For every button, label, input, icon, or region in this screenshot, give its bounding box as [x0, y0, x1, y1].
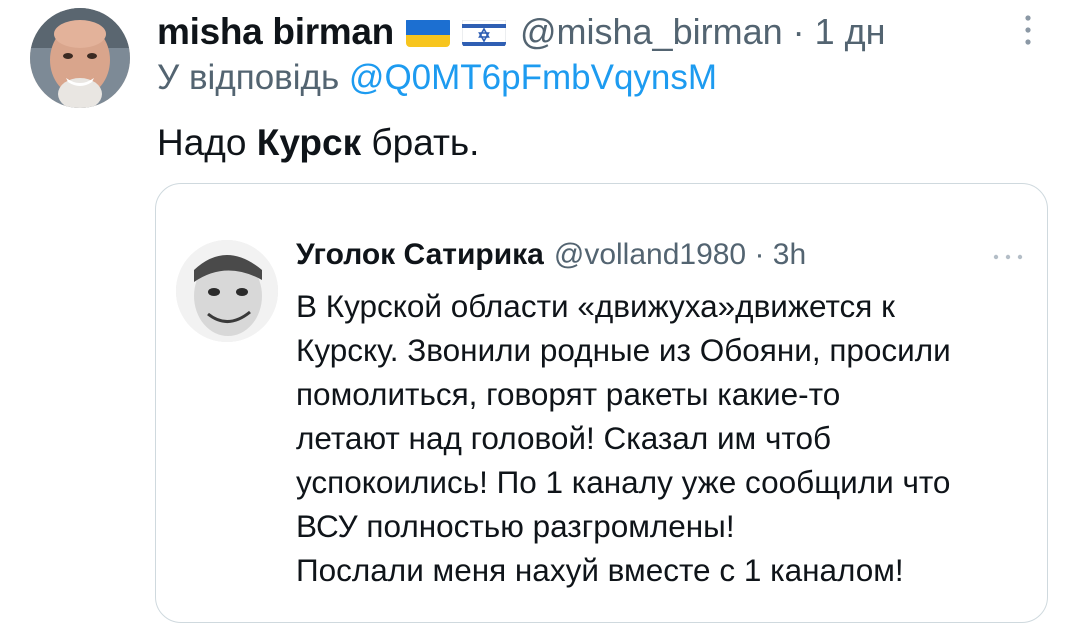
quoted-tweet-header: Уголок Сатирика @volland1980 · 3h [296, 238, 806, 272]
quoted-more-options-icon[interactable] [990, 252, 1026, 262]
tweet-text-bold: Курск [256, 122, 362, 163]
reply-prefix: У відповідь [157, 58, 349, 97]
quoted-author-handle-time[interactable]: @volland1980 · 3h [554, 238, 806, 272]
reply-mention-link[interactable]: @Q0MT6pFmbVqynsM [349, 58, 717, 97]
tweet-text-before: Надо [157, 122, 257, 163]
quoted-text-line: успокоились! По 1 каналу уже сообщили чт… [296, 464, 951, 500]
tweet-text-after: брать. [361, 122, 480, 163]
quoted-author-avatar[interactable] [176, 240, 278, 342]
quoted-text-line: летают над головой! Сказал им чтоб [296, 420, 832, 456]
quoted-text-line: Послали меня нахуй вместе с 1 каналом! [296, 552, 904, 588]
author-avatar-image [30, 8, 130, 108]
quoted-text-line: Курску. Звонили родные из Обояни, просил… [296, 332, 951, 368]
more-options-icon[interactable] [1018, 12, 1038, 48]
israel-flag-icon [461, 17, 506, 47]
tweet-text: Надо Курск брать. [157, 122, 479, 164]
quoted-text-line: помолиться, говорят ракеты какие-то [296, 376, 841, 412]
quoted-tweet-text: В Курской области «движуха»движется к Ку… [296, 284, 951, 592]
author-name[interactable]: misha birman [157, 11, 394, 53]
reply-context: У відповідь @Q0MT6pFmbVqynsM [157, 58, 717, 98]
author-avatar[interactable] [30, 8, 130, 108]
quoted-author-avatar-image [176, 240, 278, 342]
quoted-text-line: В Курской области «движуха»движется к [296, 288, 895, 324]
tweet-header: misha birman @misha_birman · 1 дн [157, 6, 886, 58]
quoted-text-line: ВСУ полностью разгромлены! [296, 508, 735, 544]
ukraine-flag-icon [405, 17, 450, 47]
author-handle-time[interactable]: @misha_birman · 1 дн [520, 11, 886, 53]
quoted-author-name[interactable]: Уголок Сатирика [296, 238, 544, 272]
